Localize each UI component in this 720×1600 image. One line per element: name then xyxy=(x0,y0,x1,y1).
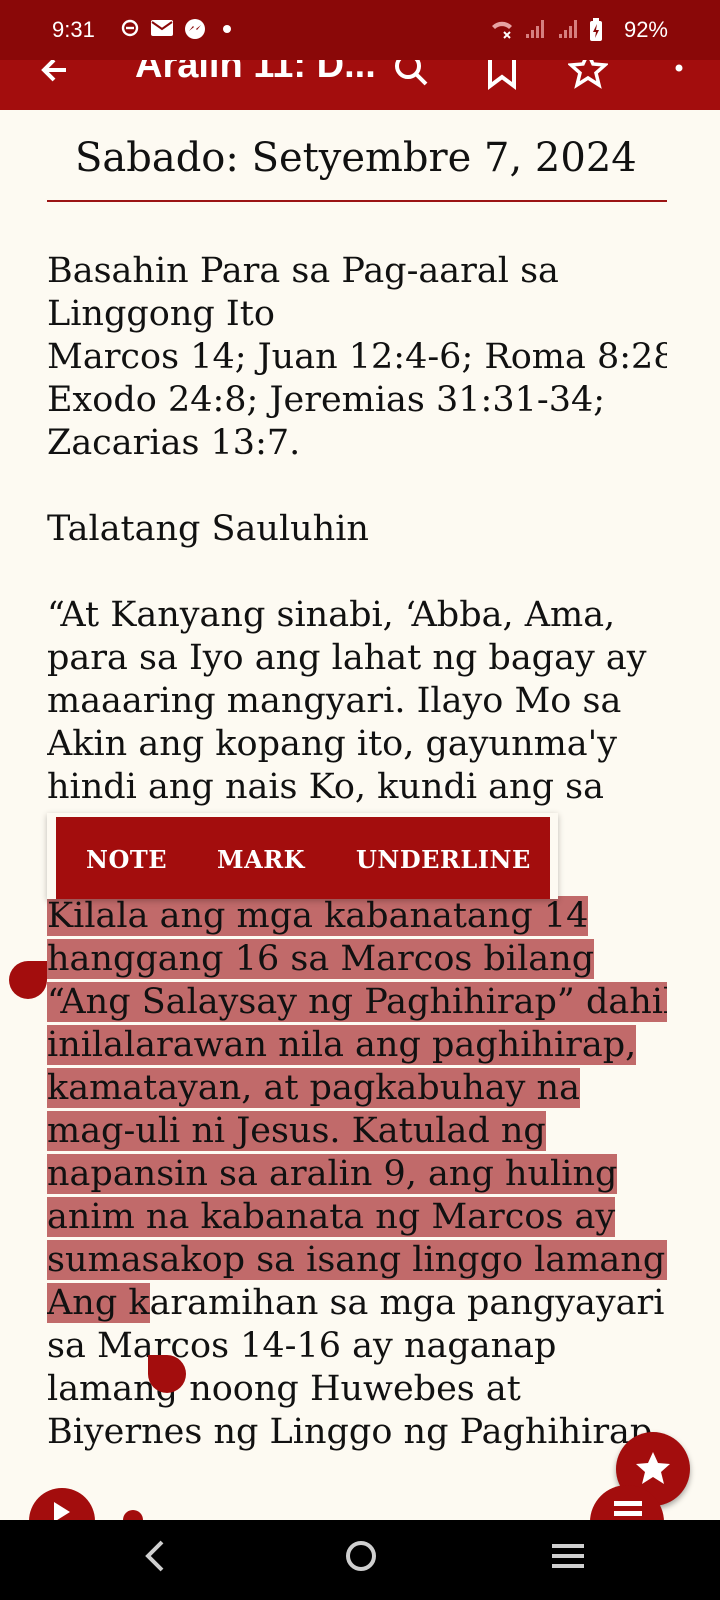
selected-text-line: Kilala ang mga kabanatang 14 xyxy=(47,896,589,936)
selected-text-line: kamatayan, at pagkabuhay na xyxy=(47,1068,580,1108)
text-line: sa Marcos 14-16 ay naganap xyxy=(47,1326,557,1366)
selection-start-handle[interactable] xyxy=(9,961,47,999)
selection-end-handle[interactable] xyxy=(148,1355,186,1393)
text-line: para sa Iyo ang lahat ng bagay ay xyxy=(47,638,647,678)
selected-text-line: anim na kabanata ng Marcos ay xyxy=(47,1197,616,1237)
wifi-off-icon xyxy=(490,18,514,44)
date-heading: Sabado: Setyembre 7, 2024 xyxy=(75,135,637,181)
text-line: Biyernes ng Linggo ng Paghihirap xyxy=(47,1412,653,1452)
text-line: maaaring mangyari. Ilayo Mo sa xyxy=(47,681,622,721)
selected-text-line: “Ang Salaysay ng Paghihirap” dahil xyxy=(47,982,667,1022)
underline-button[interactable]: UNDERLINE xyxy=(356,845,531,874)
text-line: Basahin Para sa Pag-aaral sa xyxy=(47,251,559,291)
signal-icon xyxy=(557,18,579,44)
search-icon[interactable] xyxy=(392,60,432,90)
star-outline-icon[interactable] xyxy=(566,60,610,90)
text-line: hindi ang nais Ko, kundi ang sa xyxy=(47,767,604,807)
selected-text-line: mag-uli ni Jesus. Katulad ng xyxy=(47,1111,546,1151)
memory-verse: “At Kanyang sinabi, ‘Abba, Ama, para sa … xyxy=(47,594,647,809)
selection-menu: NOTE MARK UNDERLINE xyxy=(47,813,558,899)
selected-paragraph[interactable]: Kilala ang mga kabanatang 14 hanggang 16… xyxy=(47,895,667,1454)
app-title: Aralin 11: D... xyxy=(135,60,376,86)
text-line: Linggong Ito xyxy=(47,294,275,334)
app-bar: Aralin 11: D... xyxy=(0,60,720,110)
nav-home-icon[interactable] xyxy=(343,1536,379,1586)
text-line-tail: aramihan sa mga pangyayari xyxy=(149,1283,665,1323)
text-line: Zacarias 13:7. xyxy=(47,423,301,463)
mark-button[interactable]: MARK xyxy=(217,845,305,874)
text-line: Exodo 24:8; Jeremias 31:31-34; xyxy=(47,380,606,420)
data-saver-icon xyxy=(120,18,140,42)
selected-text-line: Ang k xyxy=(47,1283,150,1323)
status-time: 9:31 xyxy=(52,17,95,42)
selected-text-line: hanggang 16 sa Marcos bilang xyxy=(47,939,595,979)
dot-icon xyxy=(222,18,232,42)
reading-content[interactable]: Sabado: Setyembre 7, 2024 Basahin Para s… xyxy=(47,110,667,1470)
battery-charging-icon xyxy=(589,18,603,46)
nav-back-icon[interactable] xyxy=(140,1536,170,1586)
text-line: “At Kanyang sinabi, ‘Abba, Ama, xyxy=(47,595,616,635)
signal-icon xyxy=(524,18,546,44)
selected-text-line: sumasakop sa isang linggo lamang. xyxy=(47,1240,667,1280)
note-button[interactable]: NOTE xyxy=(86,845,167,874)
system-nav-bar xyxy=(0,1520,720,1600)
star-icon xyxy=(636,1452,670,1484)
text-line: Akin ang kopang ito, gayunma'y xyxy=(47,724,618,764)
list-icon xyxy=(614,1501,642,1516)
nav-recents-icon[interactable] xyxy=(550,1536,586,1586)
selected-text-line: inilalarawan nila ang paghihirap, xyxy=(47,1025,637,1065)
selection-menu-bar: NOTE MARK UNDERLINE xyxy=(56,817,550,899)
status-bar: 9:31 92% xyxy=(0,0,720,60)
more-vert-icon[interactable] xyxy=(659,60,699,90)
text-line: Marcos 14; Juan 12:4-6; Roma 8:28; xyxy=(47,337,667,377)
back-arrow-icon[interactable] xyxy=(34,60,74,90)
bookmark-icon[interactable] xyxy=(482,60,522,90)
memory-verse-heading: Talatang Sauluhin xyxy=(47,509,369,549)
text-line: lamang noong Huwebes at xyxy=(47,1369,521,1409)
selected-text-line: napansin sa aralin 9, ang huling xyxy=(47,1154,618,1194)
mail-icon xyxy=(150,18,174,42)
heading-divider xyxy=(47,200,667,202)
messenger-icon xyxy=(184,18,206,44)
battery-level: 92% xyxy=(623,17,668,42)
reading-list: Basahin Para sa Pag-aaral sa Linggong It… xyxy=(47,250,667,465)
